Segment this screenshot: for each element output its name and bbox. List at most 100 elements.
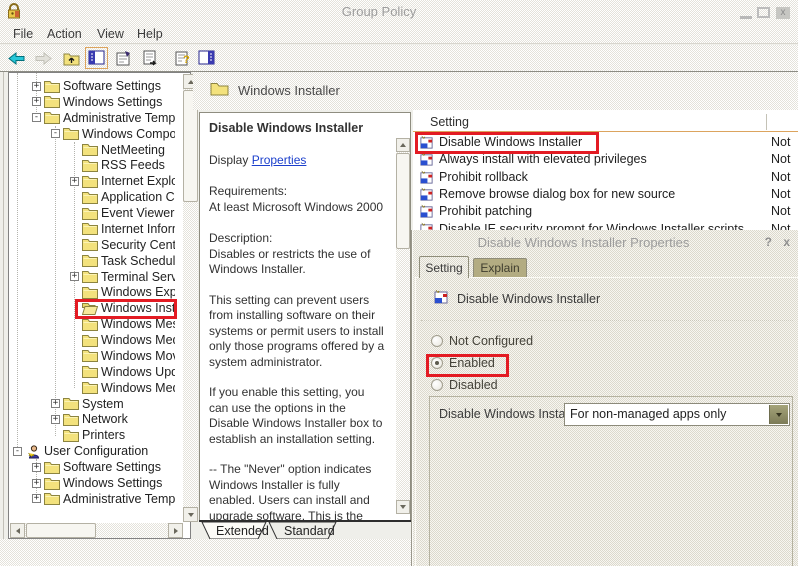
column-header-setting[interactable]: Setting [413,112,798,132]
expand-icon[interactable]: + [32,97,41,107]
svg-text:Standard: Standard [284,524,335,538]
dialog-close-button[interactable]: x [783,235,790,249]
results-pane-title: Windows Installer [238,83,340,98]
close-button[interactable]: x [776,7,790,19]
radio-button[interactable] [431,379,443,391]
tree-item-windows-settings[interactable]: + Windows Settings [32,94,162,110]
radio-button[interactable] [431,335,443,347]
description-paragraph: If you enable this setting, you can use … [209,385,383,446]
expand-icon[interactable]: + [51,399,60,409]
radio-not-configured[interactable]: Not Configured [431,334,533,348]
scroll-thumb[interactable] [26,523,96,538]
collapse-icon[interactable]: - [13,446,22,456]
tab-extended[interactable]: Extended [201,522,269,540]
tree-item-system[interactable]: + System [51,396,124,412]
menu-action[interactable]: Action [47,27,82,41]
combo-dropdown-button[interactable] [769,405,788,424]
column-divider[interactable] [766,114,767,130]
folder-icon [63,413,79,426]
tree-item-software-settings[interactable]: + Software Settings [32,459,161,475]
tree-item-event-viewer[interactable]: Event Viewer [70,205,174,221]
scroll-down-button[interactable] [396,500,410,514]
policy-icon [419,152,434,170]
tree-item-internet-explor[interactable]: + Internet Explor [70,173,175,189]
tree-item-label: Network [82,412,128,427]
tree-item-windows-settings[interactable]: + Windows Settings [32,475,162,491]
settings-row-remove-browse-dialog-box-for-new-source[interactable]: Remove browse dialog box for new source N… [413,186,798,203]
highlight-box-disable-windows-installer-row [415,132,599,154]
svg-text:?: ? [183,54,190,66]
combo-value: For non-managed apps only [570,407,727,421]
tree-connector [17,73,18,451]
properties-icon[interactable] [115,50,132,67]
setting-name: Prohibit rollback [439,169,528,184]
dialog-help-button[interactable]: ? [765,235,772,249]
settings-row-prohibit-rollback[interactable]: Prohibit rollback Not [413,169,798,186]
tree-item-windows-med[interactable]: Windows Med [70,380,175,396]
tree-item-user-configuration[interactable]: - User Configuration [13,443,148,459]
tree-item-windows-med[interactable]: Windows Med [70,332,175,348]
tree-item-netmeeting[interactable]: NetMeeting [70,142,165,158]
scroll-thumb[interactable] [396,153,410,249]
tab-standard[interactable]: Standard [268,522,337,540]
forward-icon[interactable] [35,50,52,67]
collapse-icon[interactable]: - [32,113,41,123]
help-icon[interactable]: ? [174,50,191,67]
tree-item-windows-compon[interactable]: - Windows Compon [51,126,175,142]
menu-file[interactable]: File [13,27,33,41]
folder-icon [44,461,60,474]
scroll-up-button[interactable] [396,138,410,152]
collapse-icon[interactable]: - [51,129,60,139]
folder-icon [82,159,98,172]
menu-view[interactable]: View [97,27,124,41]
folder-icon [44,492,60,506]
tree-item-internet-inform[interactable]: Internet Inform [70,221,175,237]
folder-icon [82,175,98,188]
tree-item-label: Administrative Templa [63,491,175,506]
radio-disabled[interactable]: Disabled [431,378,498,392]
tree-item-printers[interactable]: Printers [51,427,125,443]
folder-icon [82,254,98,268]
tree-item-task-schedule[interactable]: Task Schedule [70,253,175,269]
scroll-down-button[interactable] [183,507,198,522]
properties-link[interactable]: Properties [252,153,307,167]
back-icon[interactable] [8,50,25,67]
window-frame-edge [3,72,4,566]
folder-icon [82,207,98,220]
minimize-button[interactable] [740,7,752,19]
expand-icon[interactable]: + [32,478,41,488]
show-console-tree-button[interactable] [85,47,108,69]
expand-icon[interactable]: + [32,81,41,91]
tree-item-rss-feeds[interactable]: RSS Feeds [70,157,165,173]
expand-icon[interactable]: + [32,494,41,504]
setting-state: Not [771,204,791,219]
settings-row-prohibit-patching[interactable]: Prohibit patching Not [413,203,798,220]
expand-icon[interactable]: + [70,176,79,186]
expand-icon[interactable]: + [51,414,60,424]
show-action-pane-icon[interactable] [198,50,215,67]
tree-item-security-cente[interactable]: Security Cente [70,237,175,253]
tree-item-label: RSS Feeds [101,158,165,173]
expand-icon[interactable]: + [32,462,41,472]
tree-item-administrative-templa[interactable]: - Administrative Templa [32,110,175,126]
scroll-right-button[interactable] [168,523,183,538]
tree-item-network[interactable]: + Network [51,411,128,427]
maximize-button[interactable] [757,7,770,18]
tree-item-terminal-servic[interactable]: + Terminal Servic [70,269,175,285]
tree-item-windows-mov[interactable]: Windows Mov [70,348,175,364]
tree-vertical-scrollbar[interactable] [183,74,198,522]
tab-setting[interactable]: Setting [419,256,469,278]
tree-item-software-settings[interactable]: + Software Settings [32,78,161,94]
tree-item-administrative-templa[interactable]: + Administrative Templa [32,491,175,507]
menu-help[interactable]: Help [137,27,163,41]
tree-item-windows-upd[interactable]: Windows Upd [70,364,175,380]
expand-icon[interactable]: + [70,272,79,282]
description-scrollbar[interactable] [396,138,410,514]
export-list-icon[interactable] [142,50,159,67]
scroll-left-button[interactable] [10,523,25,538]
tree-item-application-co[interactable]: Application Co [70,189,175,205]
disable-installer-combo[interactable]: For non-managed apps only [564,403,790,426]
up-one-level-icon[interactable] [63,50,80,67]
tab-explain[interactable]: Explain [473,258,527,278]
tree-horizontal-scrollbar[interactable] [10,523,183,538]
